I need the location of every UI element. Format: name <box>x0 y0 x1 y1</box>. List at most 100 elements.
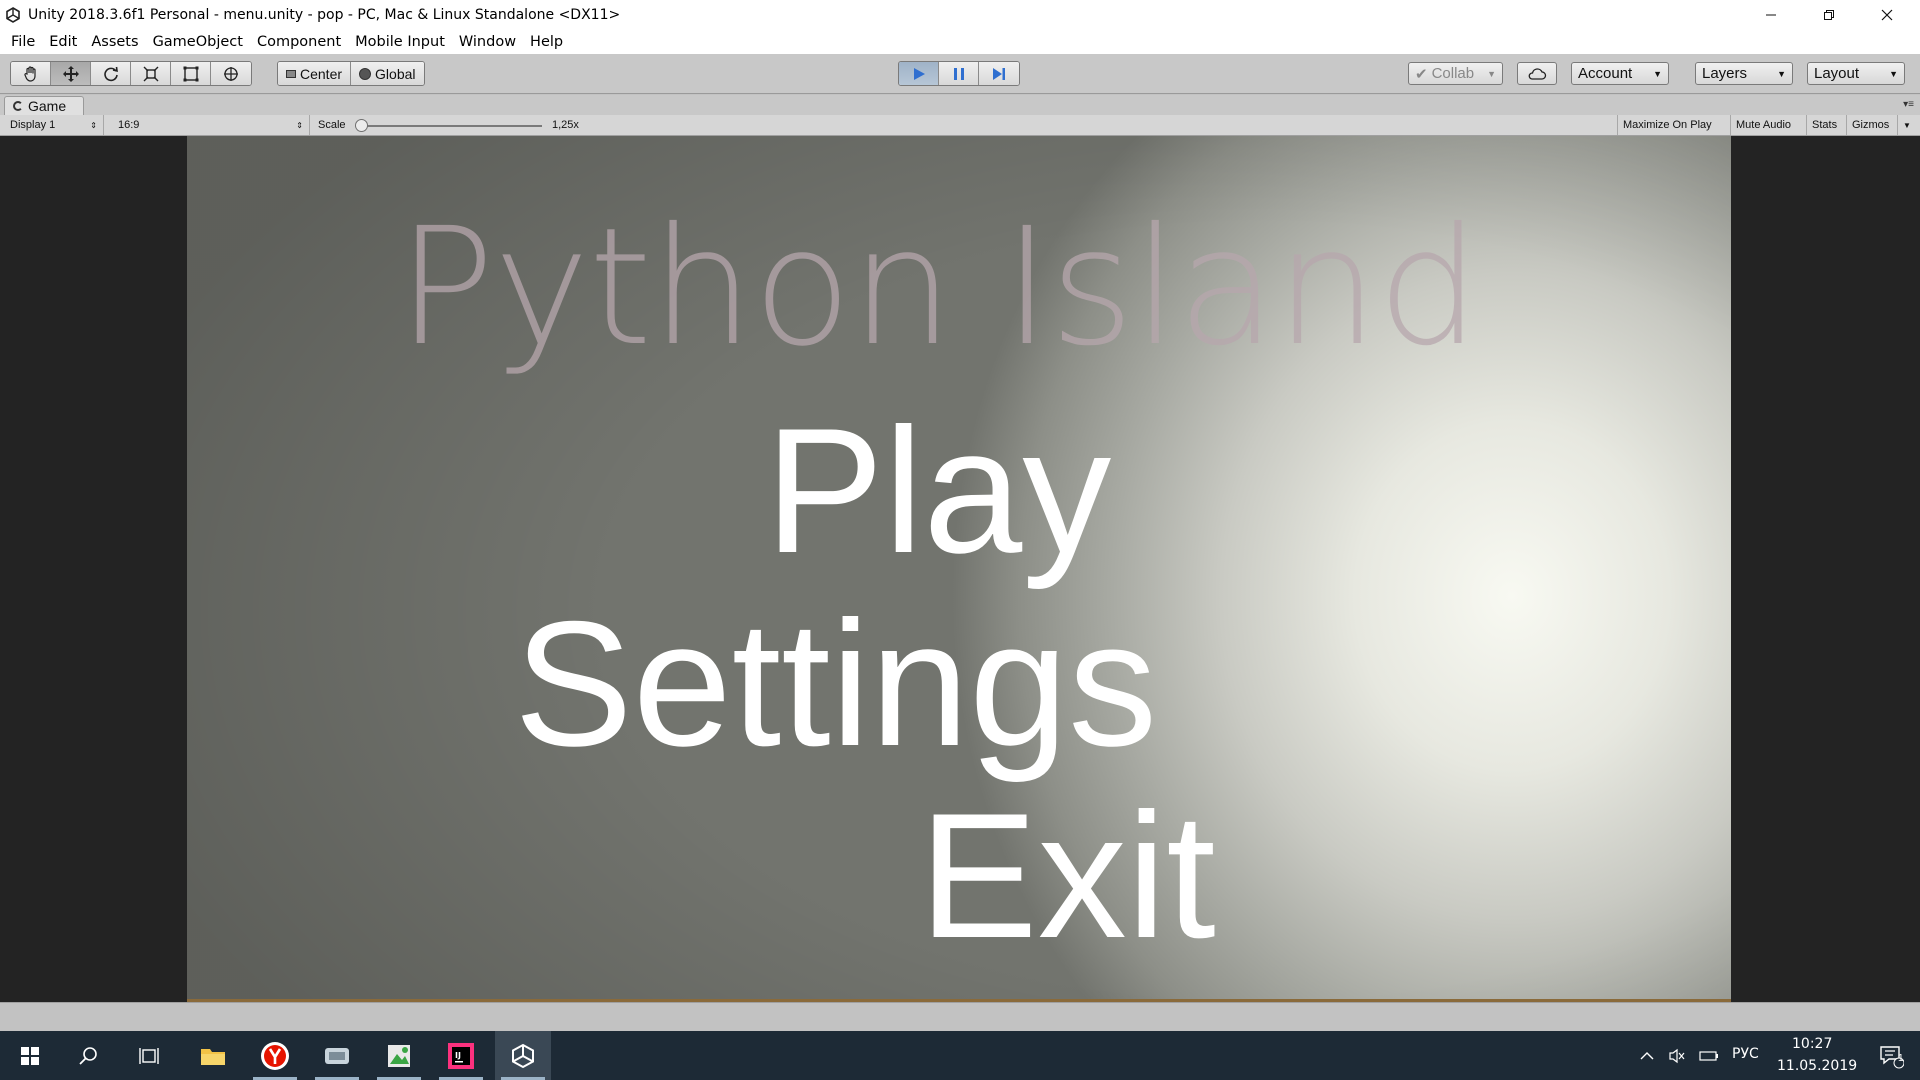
app-taskbar-button-2[interactable] <box>371 1031 427 1080</box>
aspect-select-value: 16:9 <box>118 119 140 131</box>
menu-assets[interactable]: Assets <box>84 34 145 50</box>
volume-button[interactable] <box>1662 1031 1692 1080</box>
layout-dropdown[interactable]: Layout ▼ <box>1807 62 1905 85</box>
clock-date[interactable]: 11.05.2019 <box>1777 1058 1857 1074</box>
tab-bar: Game ▾≡ <box>0 95 1920 115</box>
stats-toggle[interactable]: Stats <box>1806 115 1842 135</box>
aspect-select[interactable]: 16:9 ⇕ <box>112 115 310 135</box>
start-button[interactable] <box>2 1031 58 1080</box>
gizmos-dropdown-arrow-icon[interactable]: ▼ <box>1897 115 1916 135</box>
move-icon <box>62 65 79 82</box>
yandex-browser-taskbar-button[interactable] <box>247 1031 303 1080</box>
collab-label: Collab <box>1431 65 1475 82</box>
pivot-center-button[interactable]: Center <box>278 62 352 85</box>
search-button[interactable] <box>61 1031 117 1080</box>
tray-expand-button[interactable] <box>1632 1031 1662 1080</box>
menu-gameobject[interactable]: GameObject <box>146 34 250 50</box>
gizmos-toggle[interactable]: Gizmos <box>1846 115 1894 135</box>
chevron-down-icon: ▼ <box>1777 68 1786 79</box>
scale-icon <box>143 66 158 81</box>
chevron-down-icon: ▼ <box>1487 68 1496 79</box>
tab-game-label: Game <box>28 98 67 114</box>
menu-help[interactable]: Help <box>523 34 570 50</box>
maximize-on-play-toggle[interactable]: Maximize On Play <box>1617 115 1717 135</box>
mute-audio-toggle[interactable]: Mute Audio <box>1730 115 1796 135</box>
play-controls <box>898 61 1020 86</box>
hand-tool-button[interactable] <box>11 62 51 85</box>
intellij-icon: IJ <box>448 1042 474 1069</box>
volume-muted-icon <box>1669 1048 1685 1063</box>
scale-slider-thumb[interactable] <box>355 119 368 132</box>
menu-file[interactable]: File <box>4 34 42 50</box>
menu-window[interactable]: Window <box>452 34 523 50</box>
restore-button[interactable] <box>1800 0 1858 29</box>
windows-logo-icon <box>21 1046 39 1065</box>
menu-mobile-input[interactable]: Mobile Input <box>348 34 452 50</box>
folder-icon <box>201 1048 225 1065</box>
pause-icon <box>953 67 964 80</box>
exit-menu-button[interactable]: Exit <box>919 773 1216 978</box>
transform-tool-button[interactable] <box>211 62 251 85</box>
game-canvas[interactable]: Python Island Play Settings Exit <box>187 136 1731 1002</box>
tab-game[interactable]: Game <box>4 96 84 115</box>
cloud-icon <box>1528 67 1547 80</box>
layers-label: Layers <box>1702 65 1748 82</box>
windows-taskbar: IJ РУС 10:27 11.05.2019 1 <box>0 1031 1920 1080</box>
app-taskbar-button-1[interactable] <box>309 1031 365 1080</box>
restore-icon <box>1824 9 1834 20</box>
clock-time[interactable]: 10:27 <box>1792 1036 1832 1052</box>
hand-icon <box>23 65 36 82</box>
close-button[interactable] <box>1858 0 1916 29</box>
intellij-taskbar-button[interactable]: IJ <box>433 1031 489 1080</box>
menu-component[interactable]: Component <box>250 34 348 50</box>
updown-icon: ⇕ <box>90 120 97 130</box>
window-title: Unity 2018.3.6f1 Personal - menu.unity -… <box>28 6 621 23</box>
game-view-toolbar: Display 1 ⇕ 16:9 ⇕ Scale 1,25x Maximize … <box>0 115 1920 136</box>
scale-slider-track[interactable] <box>362 125 542 127</box>
transform-icon <box>224 66 238 81</box>
display-select[interactable]: Display 1 ⇕ <box>4 115 104 135</box>
minimize-button[interactable] <box>1742 0 1800 29</box>
battery-icon <box>1699 1050 1718 1061</box>
search-icon <box>79 1046 97 1065</box>
settings-menu-button[interactable]: Settings <box>514 581 1157 786</box>
pivot-global-button[interactable]: Global <box>351 62 424 85</box>
menu-edit[interactable]: Edit <box>42 34 84 50</box>
close-icon <box>1881 9 1893 20</box>
tab-menu-icon[interactable]: ▾≡ <box>1903 99 1914 110</box>
move-tool-button[interactable] <box>51 62 91 85</box>
play-button[interactable] <box>899 62 939 85</box>
game-title: Python Island <box>397 194 1480 382</box>
unity-taskbar-button[interactable] <box>495 1031 551 1080</box>
cloud-button[interactable] <box>1517 62 1557 85</box>
play-icon <box>913 67 925 80</box>
pivot-toggles: Center Global <box>277 61 425 86</box>
battery-button[interactable] <box>1694 1031 1724 1080</box>
game-icon <box>13 101 23 111</box>
unity-logo-icon <box>4 6 22 24</box>
pause-button[interactable] <box>939 62 979 85</box>
file-explorer-taskbar-button[interactable] <box>185 1031 241 1080</box>
rect-tool-button[interactable] <box>171 62 211 85</box>
scale-tool-button[interactable] <box>131 62 171 85</box>
chevron-down-icon: ▼ <box>1653 68 1662 79</box>
rotate-tool-button[interactable] <box>91 62 131 85</box>
svg-text:IJ: IJ <box>455 1051 461 1060</box>
task-view-icon <box>139 1047 159 1064</box>
layers-dropdown[interactable]: Layers ▼ <box>1695 62 1793 85</box>
rotate-icon <box>103 66 118 81</box>
main-toolbar: Center Global ✔ Collab ▼ Account ▼ Layer… <box>0 54 1920 94</box>
menu-bar: File Edit Assets GameObject Component Mo… <box>0 29 1920 54</box>
play-menu-button[interactable]: Play <box>765 388 1111 593</box>
task-view-button[interactable] <box>121 1031 177 1080</box>
display-select-value: Display 1 <box>10 119 56 131</box>
collab-dropdown[interactable]: ✔ Collab ▼ <box>1408 62 1503 85</box>
account-dropdown[interactable]: Account ▼ <box>1571 62 1669 85</box>
step-button[interactable] <box>979 62 1019 85</box>
action-center-button[interactable]: 1 <box>1866 1031 1916 1080</box>
transform-tools <box>10 61 252 86</box>
step-icon <box>993 67 1005 80</box>
input-language-indicator[interactable]: РУС <box>1732 1046 1759 1062</box>
layout-label: Layout <box>1814 65 1860 82</box>
pivot-center-icon <box>286 69 296 78</box>
